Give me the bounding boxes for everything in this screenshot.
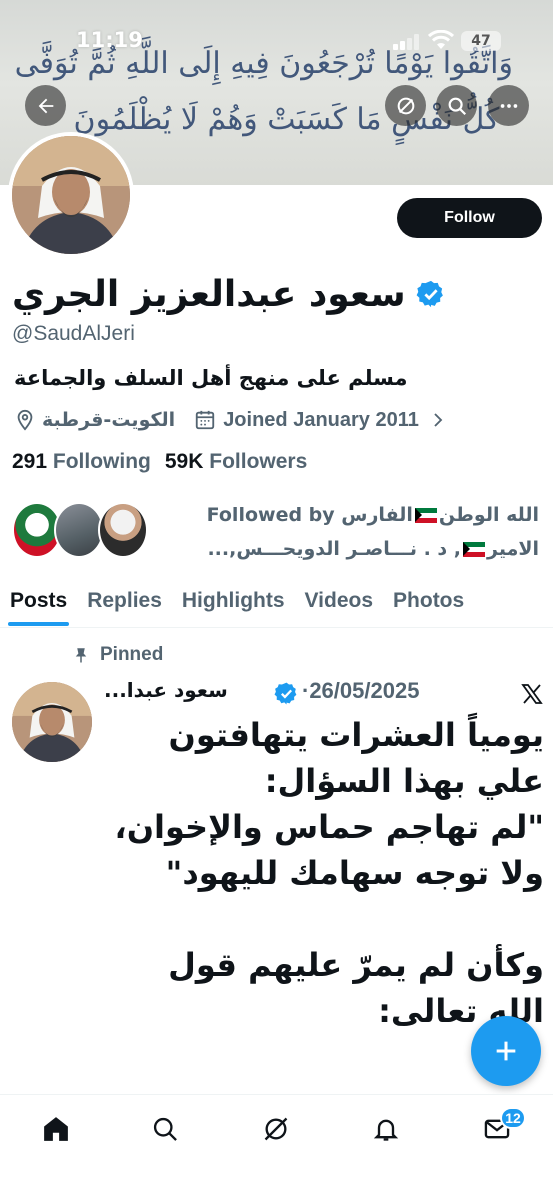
followed-by-name: الامير xyxy=(487,538,539,560)
profile-bio: مسلم على منهج أهل السلف والجماعة xyxy=(14,366,408,390)
pinned-indicator: Pinned xyxy=(72,644,163,666)
followed-by-rest: , د . نـــاصـر الدويحـــس,... xyxy=(207,538,461,560)
profile-avatar[interactable] xyxy=(8,132,134,258)
arrow-left-icon xyxy=(38,98,53,113)
pin-icon xyxy=(75,648,87,663)
post-header: سعود عبدا... ·26/05/2025 xyxy=(104,676,544,712)
avatar-photo xyxy=(12,136,130,254)
profile-joined-date: Joined January 2011 xyxy=(223,408,419,431)
profile-meta: الكويت-قرطبة Joined January 2011 xyxy=(14,404,447,436)
follow-stats: 291 Following 59K Followers xyxy=(12,450,307,474)
search-button[interactable] xyxy=(436,85,477,126)
kuwait-flag-icon xyxy=(414,508,437,523)
bottom-navigation: 12 xyxy=(0,1094,553,1200)
followed-by-prefix: Followed by xyxy=(206,504,335,526)
more-options-button[interactable] xyxy=(488,85,529,126)
profile-location: الكويت-قرطبة xyxy=(42,409,176,431)
follower-avatar xyxy=(54,502,104,558)
follower-avatar xyxy=(98,502,148,558)
profile-name: سعود عبدالعزيز الجري xyxy=(12,273,406,315)
following-count: 291 xyxy=(12,450,48,473)
followed-by-name: الله الوطن xyxy=(438,504,539,526)
followed-by-text[interactable]: الله الوطن الفارس Followed by الامير , د .… xyxy=(160,498,539,566)
profile-handle: @SaudAlJeri xyxy=(12,322,135,345)
tab-highlights[interactable]: Highlights xyxy=(172,578,295,626)
battery-indicator: 47 xyxy=(461,31,501,51)
following-label: Following xyxy=(52,450,151,473)
verified-badge-icon[interactable] xyxy=(416,279,446,309)
messages-badge: 12 xyxy=(500,1107,526,1129)
post-author-name[interactable]: سعود عبدا... xyxy=(104,678,228,702)
profile-tabs: Posts Replies Highlights Videos Photos xyxy=(0,578,553,628)
nav-grok[interactable] xyxy=(256,1109,296,1149)
pinned-label: Pinned xyxy=(100,644,164,665)
followers-label: Followers xyxy=(209,450,308,473)
profile-name-row: سعود عبدالعزيز الجري xyxy=(12,270,446,318)
compose-post-button[interactable] xyxy=(471,1016,541,1086)
more-dots-icon xyxy=(500,103,517,108)
grok-icon xyxy=(397,97,414,114)
grok-icon xyxy=(264,1117,288,1141)
tab-photos[interactable]: Photos xyxy=(383,578,474,626)
tab-posts[interactable]: Posts xyxy=(0,578,77,626)
status-bar: 11:19 47 xyxy=(0,24,553,60)
search-icon xyxy=(448,97,466,115)
kuwait-flag-icon xyxy=(463,542,485,557)
nav-home[interactable] xyxy=(36,1109,76,1149)
follow-button[interactable]: Follow xyxy=(397,198,542,238)
grok-button[interactable] xyxy=(385,85,426,126)
chevron-right-icon[interactable] xyxy=(429,409,447,431)
wifi-icon xyxy=(428,30,454,49)
x-logo-icon xyxy=(521,684,543,704)
cellular-signal-icon xyxy=(393,34,419,50)
following-link[interactable]: 291 Following xyxy=(12,450,151,474)
followers-count: 59K xyxy=(164,450,204,473)
plus-icon xyxy=(496,1041,516,1061)
location-pin-icon xyxy=(17,409,33,431)
nav-notifications[interactable] xyxy=(366,1109,406,1149)
tab-replies[interactable]: Replies xyxy=(77,578,172,626)
followers-link[interactable]: 59K Followers xyxy=(165,450,307,474)
avatar-photo xyxy=(12,682,92,762)
bell-icon xyxy=(373,1119,399,1141)
back-button[interactable] xyxy=(25,85,66,126)
calendar-icon xyxy=(196,410,215,430)
home-icon xyxy=(44,1117,68,1141)
followed-by-avatars[interactable] xyxy=(12,500,152,564)
followed-by-name: الفارس xyxy=(341,504,413,526)
post-date[interactable]: ·26/05/2025 xyxy=(302,678,419,704)
tab-videos[interactable]: Videos xyxy=(295,578,383,626)
nav-search[interactable] xyxy=(145,1109,185,1149)
post-author-avatar[interactable] xyxy=(12,682,92,762)
verified-badge-icon xyxy=(274,682,297,705)
search-icon xyxy=(153,1117,177,1141)
status-time: 11:19 xyxy=(76,28,143,52)
